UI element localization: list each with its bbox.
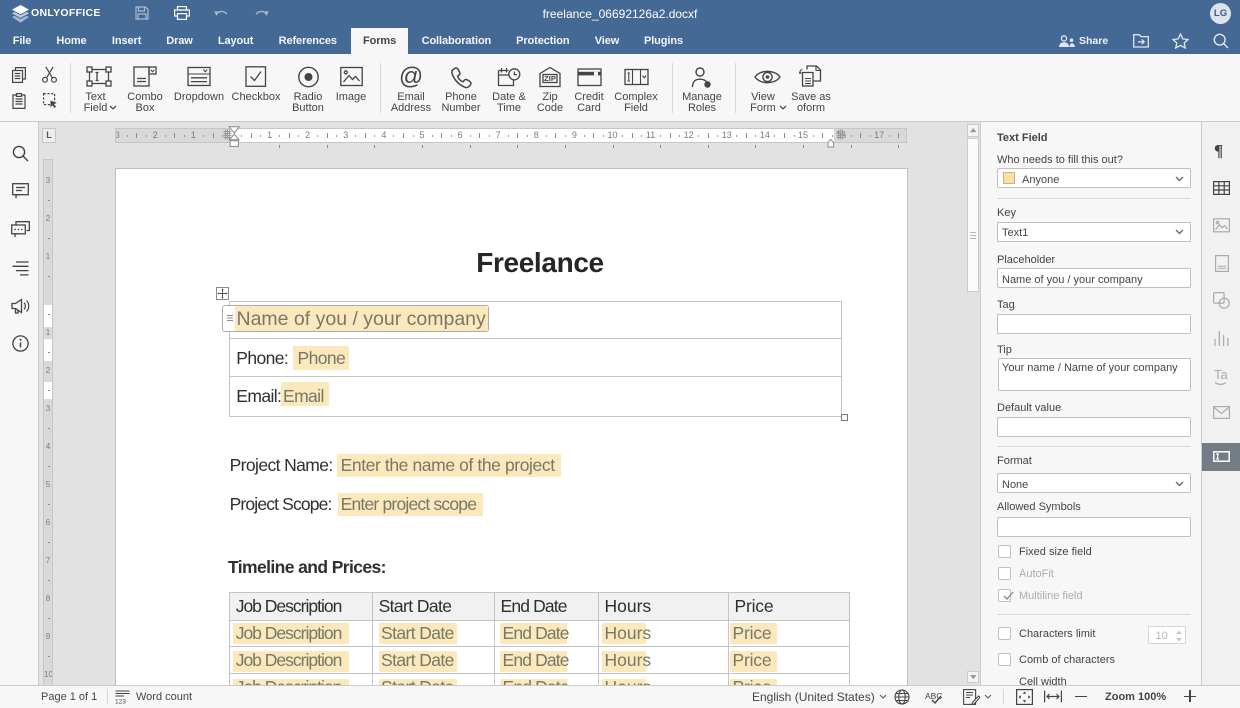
svg-text:123: 123 bbox=[115, 699, 126, 705]
svg-text:Ta: Ta bbox=[1214, 367, 1229, 382]
svg-text:ABC: ABC bbox=[925, 691, 942, 701]
svg-text:ZIP: ZIP bbox=[544, 74, 556, 83]
svg-text:@: @ bbox=[399, 66, 423, 89]
